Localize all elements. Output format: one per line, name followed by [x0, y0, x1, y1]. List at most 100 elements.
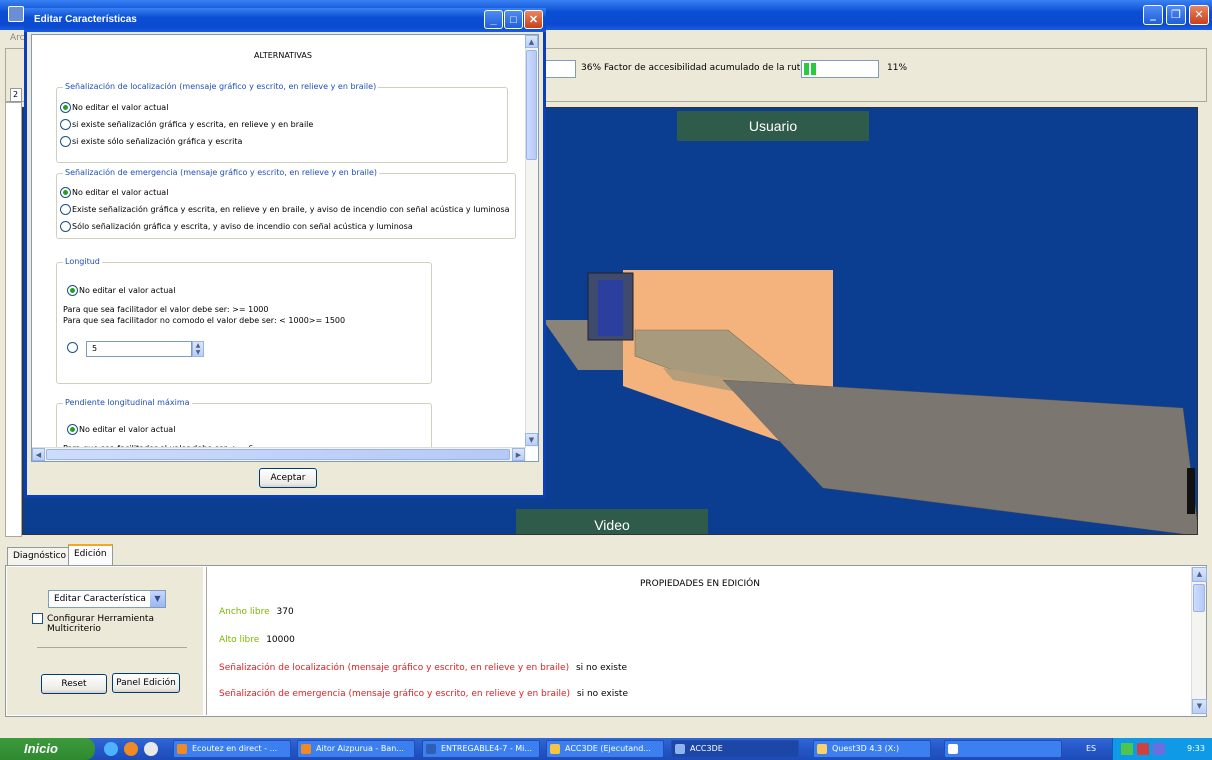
- reset-button[interactable]: Reset: [41, 674, 107, 694]
- scroll-up-icon[interactable]: ▲: [525, 35, 538, 48]
- task-label: Quest3D 4.3 (X:): [832, 744, 900, 753]
- longitud-hint: Para que sea facilitador el valor debe s…: [63, 305, 269, 314]
- firefox-icon[interactable]: [124, 742, 138, 756]
- scroll-left-icon[interactable]: ◀: [32, 448, 45, 461]
- prop-name: Señalización de localización (mensaje gr…: [219, 663, 570, 673]
- task-blank[interactable]: [944, 740, 1062, 758]
- tray-icon[interactable]: [1153, 743, 1165, 755]
- emergencia-option-label: Sólo señalización gráfica y escrita, y a…: [72, 222, 413, 231]
- divider: [37, 647, 187, 648]
- tray-icon[interactable]: [1121, 743, 1133, 755]
- firefox-icon: [177, 744, 187, 754]
- scroll-thumb[interactable]: [1193, 584, 1205, 612]
- start-button[interactable]: Inicio: [0, 738, 95, 760]
- panel-edicion-button[interactable]: Panel Edición: [112, 673, 180, 693]
- dialog-titlebar[interactable]: Editar Características _ □ ✕: [24, 8, 546, 32]
- task-acc3de-run[interactable]: ACC3DE (Ejecutand...: [546, 740, 664, 758]
- pendiente-no-edit-radio[interactable]: [67, 424, 78, 435]
- multicriteria-checkbox[interactable]: [32, 613, 43, 624]
- group-title: Señalización de emergencia (mensaje gráf…: [63, 168, 380, 177]
- localizacion-option-label: si existe señalización gráfica y escrita…: [72, 120, 314, 129]
- emergencia-option-radio[interactable]: [60, 187, 71, 198]
- props-title: PROPIEDADES EN EDICIÓN: [640, 579, 760, 589]
- dialog-close-button[interactable]: ✕: [524, 10, 543, 29]
- restore-button[interactable]: ❐: [1166, 5, 1186, 25]
- pendiente-no-edit-label: No editar el valor actual: [79, 425, 176, 434]
- alternatives-scroll-area[interactable]: ALTERNATIVAS Señalización de localizació…: [31, 34, 539, 462]
- longitud-value: 5: [92, 344, 98, 353]
- scroll-thumb[interactable]: [526, 50, 537, 160]
- media-icon[interactable]: [144, 742, 158, 756]
- emergencia-option-radio[interactable]: [60, 221, 71, 232]
- prop-name: Alto libre: [219, 635, 260, 645]
- tab-hint-label: 2: [13, 90, 19, 99]
- ie-icon[interactable]: [104, 742, 118, 756]
- dialog-maximize-button[interactable]: □: [504, 10, 523, 29]
- minimize-button[interactable]: _: [1143, 5, 1163, 25]
- task-quest3d[interactable]: Quest3D 4.3 (X:): [813, 740, 931, 758]
- chevron-down-icon[interactable]: ▼: [150, 591, 165, 607]
- firefox-icon: [301, 744, 311, 754]
- folder-icon: [817, 744, 827, 754]
- prop-row: Señalización de emergencia (mensaje gráf…: [219, 689, 628, 699]
- scroll-up-icon[interactable]: ▲: [1192, 567, 1207, 582]
- task-aitor[interactable]: Aitor Aizpurua - Ban...: [297, 740, 415, 758]
- longitud-hint: Para que sea facilitador no comodo el va…: [63, 316, 346, 325]
- emergencia-group: Señalización de emergencia (mensaje gráf…: [56, 168, 516, 239]
- aceptar-button[interactable]: Aceptar: [259, 468, 317, 488]
- group-title: Longitud: [63, 257, 102, 266]
- dialog-title: Editar Características: [34, 14, 137, 25]
- scroll-down-icon[interactable]: ▼: [1192, 699, 1207, 714]
- dialog-minimize-button[interactable]: _: [484, 10, 503, 29]
- group-title: Pendiente longitudinal máxima: [63, 398, 192, 407]
- multicriteria-label: Configurar Herramienta Multicriterio: [47, 614, 154, 634]
- prop-name: Ancho libre: [219, 607, 270, 617]
- localizacion-option-label: No editar el valor actual: [72, 103, 169, 112]
- task-ecoutez[interactable]: Ecoutez en direct - ...: [173, 740, 291, 758]
- emergencia-option-radio[interactable]: [60, 204, 71, 215]
- scroll-thumb[interactable]: [46, 449, 510, 460]
- props-scrollbar[interactable]: ▲ ▼: [1191, 567, 1207, 715]
- longitud-group: Longitud No editar el valor actual Para …: [56, 257, 432, 384]
- edition-controls: Editar Característica ▼ Configurar Herra…: [7, 567, 203, 715]
- prop-row: Señalización de localización (mensaje gr…: [219, 663, 627, 673]
- dialog-vscrollbar[interactable]: ▲ ▼: [525, 35, 538, 447]
- accumulated-progress-bar: [801, 60, 879, 78]
- edit-mode-select[interactable]: Editar Característica ▼: [48, 590, 166, 608]
- tab-edicion[interactable]: Edición: [68, 544, 113, 565]
- scroll-down-icon[interactable]: ▼: [525, 433, 538, 446]
- tray-icon[interactable]: [1137, 743, 1149, 755]
- menu-hint[interactable]: Arc: [10, 33, 25, 43]
- dialog-hscrollbar[interactable]: ◀ ▶: [32, 447, 526, 461]
- task-acc3de[interactable]: ACC3DE: [671, 740, 799, 758]
- clock[interactable]: 9:33: [1187, 744, 1205, 753]
- localizacion-option-radio[interactable]: [60, 136, 71, 147]
- quicklaunch: [104, 742, 166, 756]
- alternatives-title: ALTERNATIVAS: [254, 51, 312, 60]
- start-label: Inicio: [24, 741, 58, 756]
- task-label: Aitor Aizpurua - Ban...: [316, 744, 404, 753]
- main-tab-hint[interactable]: 2: [10, 88, 22, 102]
- edit-mode-value: Editar Característica: [54, 594, 146, 604]
- longitud-custom-radio[interactable]: [67, 342, 78, 353]
- close-button[interactable]: ✕: [1189, 5, 1209, 25]
- longitud-no-edit-radio[interactable]: [67, 285, 78, 296]
- localizacion-option-radio[interactable]: [60, 119, 71, 130]
- spinner-arrows-icon[interactable]: ▲ ▼: [192, 341, 204, 357]
- prop-name: Señalización de emergencia (mensaje gráf…: [219, 689, 571, 699]
- left-gutter: [5, 102, 22, 537]
- scroll-right-icon[interactable]: ▶: [512, 448, 525, 461]
- window-icon: [948, 744, 958, 754]
- word-icon: [426, 744, 436, 754]
- localizacion-option-radio[interactable]: [60, 102, 71, 113]
- app-icon: [8, 6, 24, 22]
- task-entregable[interactable]: ENTREGABLE4-7 - Mi...: [422, 740, 540, 758]
- tab-diagnostico[interactable]: Diagnóstico: [7, 547, 73, 565]
- longitud-spinner[interactable]: 5: [86, 341, 192, 357]
- prop-value: 370: [276, 607, 294, 617]
- language-indicator[interactable]: ES: [1086, 744, 1096, 753]
- edition-panel: Editar Característica ▼ Configurar Herra…: [5, 565, 1207, 717]
- prop-row: Alto libre 10000: [219, 635, 295, 645]
- progress-fill: [804, 63, 818, 75]
- system-tray: 9:33: [1112, 738, 1212, 760]
